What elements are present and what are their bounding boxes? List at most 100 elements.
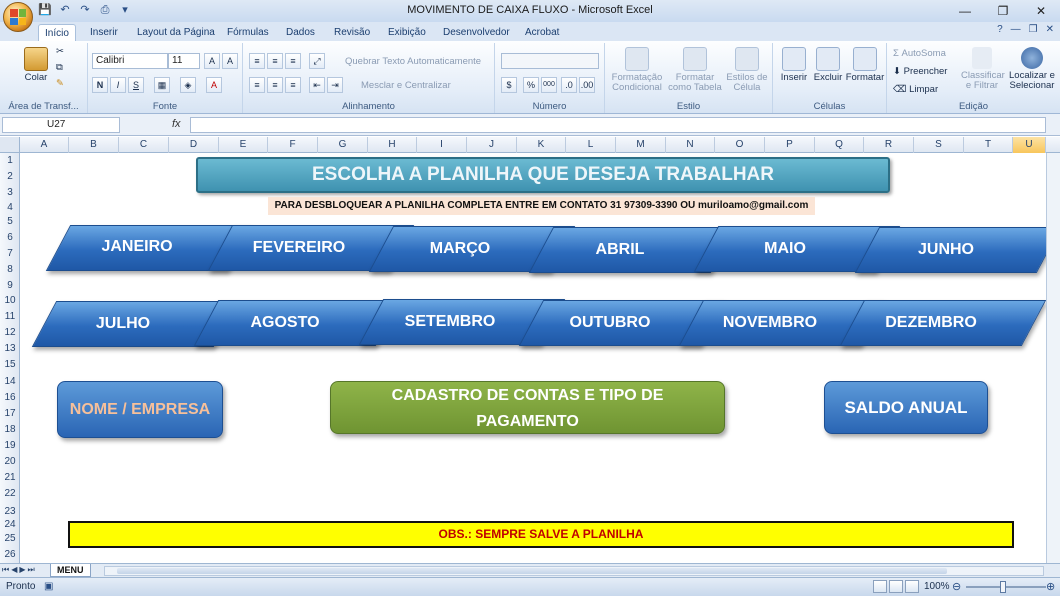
month-button-abril[interactable]: ABRIL	[529, 227, 711, 273]
borders-icon[interactable]: ▦	[154, 77, 170, 93]
increase-decimal-icon[interactable]: .0	[561, 77, 577, 93]
row-header[interactable]: 12	[0, 327, 20, 338]
italic-icon[interactable]: I	[110, 77, 126, 93]
zoom-slider-track[interactable]	[966, 586, 1046, 588]
print-preview-icon[interactable]: ⎙	[98, 3, 112, 17]
tab-desenvolvedor[interactable]: Desenvolvedor	[437, 24, 516, 42]
increase-indent-icon[interactable]: ⇥	[327, 77, 343, 93]
month-button-marco[interactable]: MARÇO	[369, 226, 551, 272]
align-left-icon[interactable]: ≡	[249, 77, 265, 93]
col-header-u[interactable]: U	[1013, 137, 1046, 153]
zoom-in-icon[interactable]: ⊕	[1046, 580, 1055, 593]
col-header-o[interactable]: O	[715, 137, 765, 153]
page-break-view-icon[interactable]	[905, 580, 919, 593]
row-header[interactable]: 19	[0, 440, 20, 451]
paste-button[interactable]: Colar	[20, 47, 52, 83]
format-cells-button[interactable]: Formatar	[845, 47, 885, 83]
tab-revisao[interactable]: Revisão	[328, 24, 376, 42]
col-header-b[interactable]: B	[69, 137, 119, 153]
col-header-f[interactable]: F	[268, 137, 318, 153]
worksheet[interactable]: ESCOLHA A PLANILHA QUE DESEJA TRABALHAR …	[21, 153, 1060, 563]
row-header[interactable]: 25	[0, 533, 20, 544]
first-sheet-icon[interactable]: ⏮	[2, 565, 9, 575]
delete-cells-button[interactable]: Excluir	[811, 47, 845, 83]
format-painter-icon[interactable]: ✎	[56, 79, 64, 89]
zoom-slider-knob[interactable]	[1000, 581, 1006, 593]
tab-formulas[interactable]: Fórmulas	[221, 24, 275, 42]
decrease-indent-icon[interactable]: ⇤	[309, 77, 325, 93]
bold-icon[interactable]: N	[92, 77, 108, 93]
col-header-k[interactable]: K	[517, 137, 566, 153]
col-header-j[interactable]: J	[467, 137, 517, 153]
row-header[interactable]: 6	[0, 232, 20, 243]
fill-color-icon[interactable]: ◈	[180, 77, 196, 93]
normal-view-icon[interactable]	[873, 580, 887, 593]
align-bottom-icon[interactable]: ≡	[285, 53, 301, 69]
row-header[interactable]: 1	[0, 155, 20, 166]
col-header-s[interactable]: S	[914, 137, 964, 153]
row-header[interactable]: 8	[0, 264, 20, 275]
cadastro-contas-button[interactable]: CADASTRO DE CONTAS E TIPO DE PAGAMENTO	[330, 381, 725, 434]
format-as-table-button[interactable]: Formatar como Tabela	[667, 47, 723, 93]
merge-center-button[interactable]: Mesclar e Centralizar	[361, 81, 451, 91]
align-top-icon[interactable]: ≡	[249, 53, 265, 69]
fill-button[interactable]: ⬇ Preencher	[893, 67, 947, 77]
font-color-icon[interactable]: A	[206, 77, 222, 93]
minimize-icon[interactable]: —	[946, 0, 984, 22]
ribbon-restore-icon[interactable]: ❐	[1029, 24, 1038, 35]
nome-empresa-button[interactable]: NOME / EMPRESA	[57, 381, 223, 438]
ribbon-minimize-icon[interactable]: —	[1011, 24, 1021, 35]
orientation-icon[interactable]: ⤢	[309, 53, 325, 69]
align-right-icon[interactable]: ≡	[285, 77, 301, 93]
horizontal-scroll-thumb[interactable]	[117, 568, 947, 574]
tab-layout[interactable]: Layout da Página	[131, 24, 221, 42]
help-icon[interactable]: ?	[997, 24, 1003, 35]
align-middle-icon[interactable]: ≡	[267, 53, 283, 69]
office-button[interactable]	[3, 2, 33, 32]
copy-icon[interactable]: ⧉	[56, 63, 63, 73]
font-family-select[interactable]: Calibri	[92, 53, 168, 69]
shrink-font-icon[interactable]: A	[222, 53, 238, 69]
month-button-outubro[interactable]: OUTUBRO	[519, 300, 701, 346]
insert-function-icon[interactable]: fx	[172, 118, 181, 130]
month-button-fevereiro[interactable]: FEVEREIRO	[208, 225, 390, 271]
next-sheet-icon[interactable]: ▶	[19, 565, 25, 575]
month-button-julho[interactable]: JULHO	[32, 301, 214, 347]
align-center-icon[interactable]: ≡	[267, 77, 283, 93]
tab-dados[interactable]: Dados	[280, 24, 321, 42]
row-header[interactable]: 14	[0, 376, 20, 387]
grow-font-icon[interactable]: A	[204, 53, 220, 69]
tab-inserir[interactable]: Inserir	[84, 24, 124, 42]
number-format-select[interactable]	[501, 53, 599, 69]
cut-icon[interactable]: ✂	[56, 47, 64, 57]
month-button-novembro[interactable]: NOVEMBRO	[679, 300, 861, 346]
col-header-p[interactable]: P	[765, 137, 815, 153]
row-header[interactable]: 2	[0, 171, 20, 182]
underline-icon[interactable]: S	[128, 77, 144, 93]
col-header-m[interactable]: M	[616, 137, 666, 153]
row-header[interactable]: 21	[0, 472, 20, 483]
row-header[interactable]: 20	[0, 456, 20, 467]
col-header-e[interactable]: E	[219, 137, 268, 153]
row-header[interactable]: 24	[0, 519, 20, 530]
col-header-n[interactable]: N	[666, 137, 715, 153]
col-header-a[interactable]: A	[20, 137, 69, 153]
row-header[interactable]: 13	[0, 343, 20, 354]
macro-record-icon[interactable]: ▣	[44, 581, 53, 592]
tab-exibicao[interactable]: Exibição	[382, 24, 432, 42]
row-header[interactable]: 4	[0, 202, 20, 213]
insert-cells-button[interactable]: Inserir	[777, 47, 811, 83]
find-select-button[interactable]: Localizar e Selecionar	[1005, 47, 1059, 91]
font-size-select[interactable]: 11	[168, 53, 200, 69]
percent-icon[interactable]: %	[523, 77, 539, 93]
tab-inicio[interactable]: Início	[38, 24, 76, 42]
cell-styles-button[interactable]: Estilos de Célula	[723, 47, 771, 93]
redo-icon[interactable]: ↷	[78, 3, 92, 17]
tab-acrobat[interactable]: Acrobat	[519, 24, 565, 42]
row-header[interactable]: 26	[0, 549, 20, 560]
col-header-q[interactable]: Q	[815, 137, 864, 153]
col-header-c[interactable]: C	[119, 137, 169, 153]
close-icon[interactable]: ✕	[1022, 0, 1060, 22]
row-header[interactable]: 7	[0, 248, 20, 259]
autosum-button[interactable]: Σ AutoSoma	[893, 49, 946, 59]
